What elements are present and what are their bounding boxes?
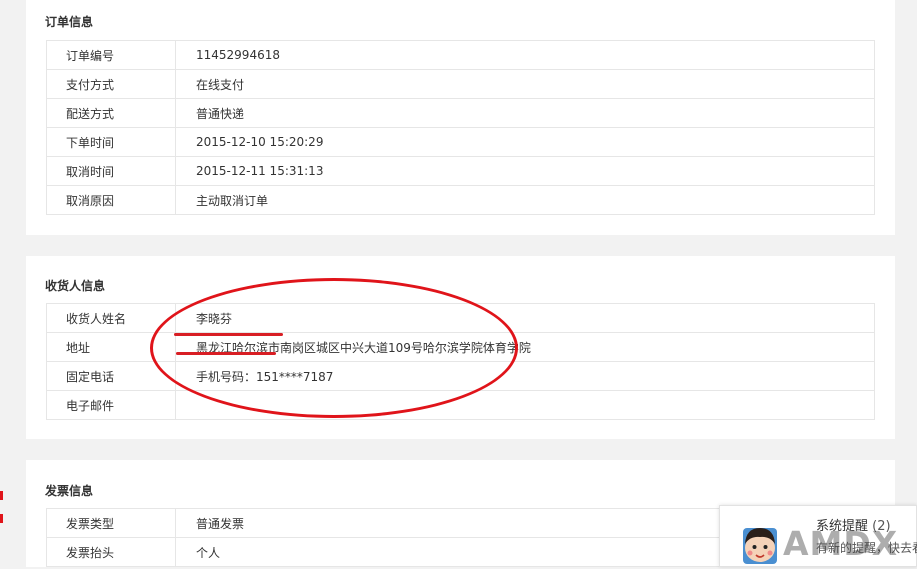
cancel-time-label: 取消时间 [46, 156, 176, 186]
delivery-method-label: 配送方式 [46, 98, 176, 128]
notification-text[interactable]: 有新的提醒，快去看看 [816, 539, 917, 556]
table-row: 地址 黑龙江哈尔滨市南岗区城区中兴大道109号哈尔滨学院体育学院 [46, 332, 875, 362]
notification-title: 系统提醒 (2) [816, 515, 891, 534]
notification-title-text: 系统提醒 [816, 519, 869, 534]
receiver-info-table: 收货人姓名 李晓芬 地址 黑龙江哈尔滨市南岗区城区中兴大道109号哈尔滨学院体育… [46, 303, 875, 420]
address-label: 地址 [46, 332, 176, 362]
delivery-method-value: 普通快递 [175, 98, 875, 128]
table-row: 支付方式 在线支付 [46, 69, 875, 99]
payment-method-label: 支付方式 [46, 69, 176, 99]
avatar-cartoon-icon [740, 522, 780, 566]
invoice-info-title: 发票信息 [45, 484, 94, 498]
receiver-info-section: 收货人信息 收货人姓名 李晓芬 地址 黑龙江哈尔滨市南岗区城区中兴大道109号哈… [26, 256, 895, 439]
email-label: 电子邮件 [46, 390, 176, 420]
order-time-label: 下单时间 [46, 127, 176, 157]
left-edge-red-mark [0, 514, 3, 523]
table-row: 收货人姓名 李晓芬 [46, 303, 875, 333]
cancel-time-value: 2015-12-11 15:31:13 [175, 156, 875, 186]
cancel-reason-label: 取消原因 [46, 185, 176, 215]
mobile-number-value: 手机号码：151****7187 [175, 361, 875, 391]
table-row: 取消时间 2015-12-11 15:31:13 [46, 156, 875, 186]
red-underline-mark [174, 333, 283, 336]
receiver-name-label: 收货人姓名 [46, 303, 176, 333]
order-info-title: 订单信息 [45, 15, 94, 29]
address-value: 黑龙江哈尔滨市南岗区城区中兴大道109号哈尔滨学院体育学院 [175, 332, 875, 362]
notification-count: (2) [872, 519, 891, 534]
invoice-header-label: 发票抬头 [46, 537, 176, 567]
landline-label: 固定电话 [46, 361, 176, 391]
email-value [175, 390, 875, 420]
order-number-value: 11452994618 [175, 40, 875, 70]
payment-method-value: 在线支付 [175, 69, 875, 99]
invoice-type-label: 发票类型 [46, 508, 176, 538]
receiver-info-title: 收货人信息 [45, 279, 106, 293]
cancel-reason-value: 主动取消订单 [175, 185, 875, 215]
table-row: 下单时间 2015-12-10 15:20:29 [46, 127, 875, 157]
table-row: 电子邮件 [46, 390, 875, 420]
table-row: 固定电话 手机号码：151****7187 [46, 361, 875, 391]
order-info-section: 订单信息 订单编号 11452994618 支付方式 在线支付 配送方式 普通快… [26, 0, 895, 235]
left-edge-red-mark [0, 491, 3, 500]
order-time-value: 2015-12-10 15:20:29 [175, 127, 875, 157]
table-row: 订单编号 11452994618 [46, 40, 875, 70]
table-row: 配送方式 普通快递 [46, 98, 875, 128]
order-number-label: 订单编号 [46, 40, 176, 70]
order-info-table: 订单编号 11452994618 支付方式 在线支付 配送方式 普通快递 下单时… [46, 40, 875, 215]
system-notification-popup[interactable]: 系统提醒 (2) 有新的提醒，快去看看 [719, 505, 917, 567]
table-row: 取消原因 主动取消订单 [46, 185, 875, 215]
receiver-name-value: 李晓芬 [175, 303, 875, 333]
red-underline-mark [176, 352, 276, 355]
